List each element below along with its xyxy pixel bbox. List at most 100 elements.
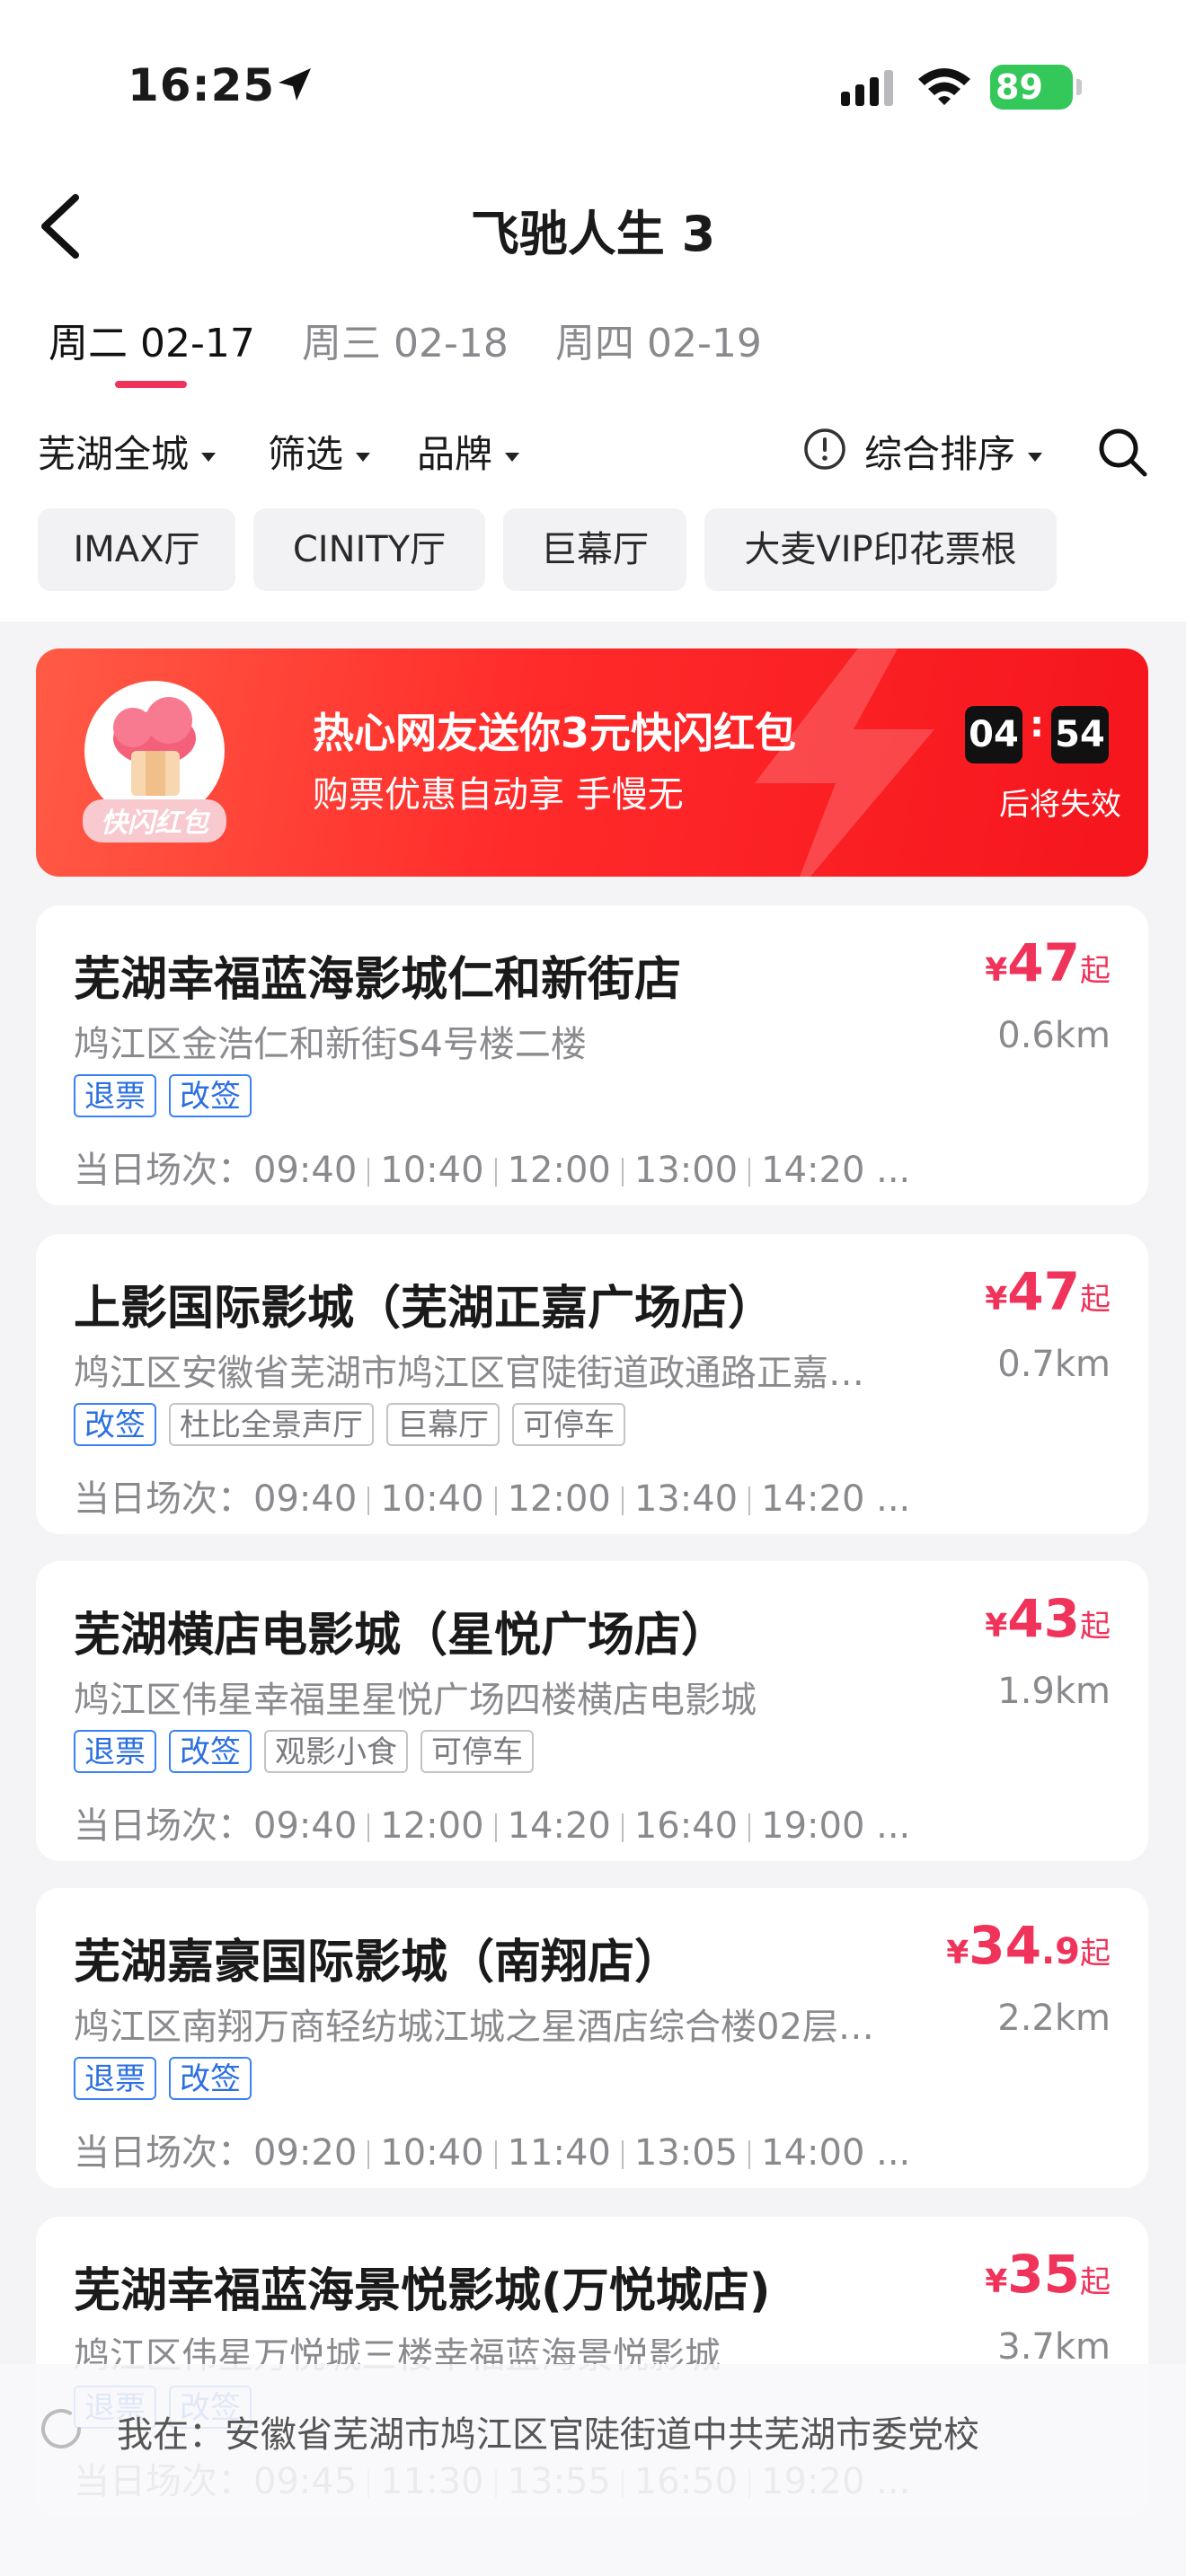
tab-date-1[interactable]: 周三 02-18 xyxy=(302,311,509,368)
cinema-showtimes: 当日场次：09:40 10:40 12:00 13:00 14:20 ... xyxy=(74,1141,910,1193)
cinema-tags: 退票改签 xyxy=(74,2057,264,2100)
current-location-text: 我在：安徽省芜湖市鸠江区官陡街道中共芜湖市委党校 xyxy=(117,2414,979,2456)
showtime: 12:00 xyxy=(507,1150,611,1191)
service-tag: 改签 xyxy=(74,1403,156,1446)
cinema-price: ¥34.9起 xyxy=(946,1915,1111,1976)
chip-vip-ticket[interactable]: 大麦VIP印花票根 xyxy=(704,508,1057,591)
cinema-address: 鸠江区金浩仁和新街S4号楼二楼 xyxy=(74,1024,587,1065)
red-packet-logo: 快闪红包 xyxy=(83,681,226,842)
showtime: 12:00 xyxy=(507,1478,611,1520)
time-separator xyxy=(748,2140,751,2169)
time-separator xyxy=(621,1813,624,1842)
red-packet-banner[interactable]: 快闪红包 热心网友送你3元快闪红包 购票优惠自动享 手慢无 04 : 54 后将… xyxy=(36,648,1148,877)
info-icon[interactable] xyxy=(803,428,846,471)
tab-date-2[interactable]: 周四 02-19 xyxy=(555,311,762,368)
chip-giant-screen[interactable]: 巨幕厅 xyxy=(503,508,686,591)
refresh-icon[interactable] xyxy=(36,2404,86,2454)
cinema-tags: 退票改签 xyxy=(74,1074,264,1117)
cinema-name: 上影国际影城（芜湖正嘉广场店） xyxy=(74,1282,775,1336)
showtime: 19:00 ... xyxy=(761,1805,911,1847)
tab-date-0[interactable]: 周二 02-17 xyxy=(49,311,255,368)
lightning-bolt-icon xyxy=(755,648,934,877)
time-separator xyxy=(367,1813,370,1842)
wifi-icon xyxy=(918,68,970,105)
filter-dropdown[interactable]: 筛选 xyxy=(268,424,371,479)
brand-dropdown[interactable]: 品牌 xyxy=(417,424,520,479)
price-integer: 43 xyxy=(1007,1588,1080,1649)
showtime: 10:40 xyxy=(380,2132,484,2174)
caret-down-icon xyxy=(505,452,520,462)
price-suffix: 起 xyxy=(1080,1609,1111,1645)
showtimes-label: 当日场次： xyxy=(74,1805,253,1847)
cinema-distance: 2.2km xyxy=(997,1998,1111,2039)
cinema-name: 芜湖幸福蓝海景悦影城(万悦城店) xyxy=(74,2264,771,2318)
price-currency: ¥ xyxy=(946,1935,969,1972)
time-separator xyxy=(748,1486,751,1515)
time-separator xyxy=(367,2140,370,2169)
time-separator xyxy=(367,1158,370,1187)
price-decimal: .9 xyxy=(1040,1931,1080,1972)
cinema-card[interactable]: 芜湖横店电影城（星悦广场店） ¥43起 鸠江区伟星幸福里星悦广场四楼横店电影城 1.9… xyxy=(36,1561,1148,1861)
cellular-signal-icon xyxy=(841,70,893,106)
service-tag: 退票 xyxy=(74,1730,156,1773)
countdown-colon: : xyxy=(1030,704,1044,745)
price-integer: 47 xyxy=(1007,932,1080,993)
time-separator xyxy=(621,2140,624,2169)
price-suffix: 起 xyxy=(1080,1936,1111,1972)
time-separator xyxy=(748,1158,751,1187)
chip-cinity[interactable]: CINITY厅 xyxy=(253,508,485,591)
price-currency: ¥ xyxy=(985,1281,1008,1318)
cinema-name: 芜湖嘉豪国际影城（南翔店） xyxy=(74,1936,682,1989)
time-separator xyxy=(494,1486,497,1515)
price-suffix: 起 xyxy=(1080,2264,1111,2300)
service-tag: 可停车 xyxy=(512,1403,625,1446)
showtimes-label: 当日场次： xyxy=(74,1150,253,1191)
active-tab-indicator xyxy=(115,381,187,388)
page-title: 飞驰人生 3 xyxy=(470,206,716,262)
service-tag: 杜比全景声厅 xyxy=(169,1403,374,1446)
cinema-address: 鸠江区南翔万商轻纺城江城之星酒店综合楼02层… xyxy=(74,2007,874,2048)
showtime: 13:40 xyxy=(633,1478,739,1520)
price-suffix: 起 xyxy=(1080,953,1111,989)
cinema-name: 芜湖横店电影城（星悦广场店） xyxy=(74,1609,729,1663)
cinema-card[interactable]: 上影国际影城（芜湖正嘉广场店） ¥47起 鸠江区安徽省芜湖市鸠江区官陡街道政通路正嘉… xyxy=(36,1234,1148,1534)
showtime: 12:00 xyxy=(380,1805,484,1847)
battery-indicator: 89 xyxy=(990,65,1073,110)
battery-cap xyxy=(1076,79,1082,95)
current-location-bar[interactable]: 我在：安徽省芜湖市鸠江区官陡街道中共芜湖市委党校 xyxy=(0,2364,1186,2576)
cinema-card[interactable]: 芜湖嘉豪国际影城（南翔店） ¥34.9起鸠江区南翔万商轻纺城江城之星酒店综合楼02… xyxy=(36,1888,1148,2188)
status-time: 16:25 xyxy=(128,59,276,111)
time-separator xyxy=(494,2140,497,2169)
service-tag: 改签 xyxy=(169,1730,252,1773)
sort-dropdown[interactable]: 综合排序 xyxy=(864,424,1043,479)
showtime: 14:00 ... xyxy=(761,2132,911,2174)
price-currency: ¥ xyxy=(985,952,1008,989)
logo-text: 快闪红包 xyxy=(101,807,211,839)
cinema-name: 芜湖幸福蓝海影城仁和新街店 xyxy=(74,953,682,1007)
showtimes-label: 当日场次： xyxy=(74,2132,253,2174)
showtime: 09:40 xyxy=(253,1478,358,1520)
cinema-price: ¥35起 xyxy=(985,2244,1111,2305)
cinema-distance: 0.6km xyxy=(997,1015,1111,1056)
city-filter-dropdown[interactable]: 芜湖全城 xyxy=(38,424,217,479)
service-tag: 退票 xyxy=(74,2057,156,2100)
countdown-label: 后将失效 xyxy=(999,787,1121,823)
chip-imax[interactable]: IMAX厅 xyxy=(38,508,235,591)
price-integer: 47 xyxy=(1007,1261,1080,1322)
cinema-card[interactable]: 芜湖幸福蓝海影城仁和新街店 ¥47起鸠江区金浩仁和新街S4号楼二楼 0.6km 退票改… xyxy=(36,905,1148,1205)
showtime: 14:20 ... xyxy=(761,1150,911,1191)
cinema-tags: 退票 改签 观影小食 可停车 xyxy=(74,1730,546,1773)
showtime: 14:20 xyxy=(507,1805,611,1847)
search-icon[interactable] xyxy=(1096,426,1150,480)
price-currency: ¥ xyxy=(985,1608,1008,1645)
cinema-price: ¥43起 xyxy=(985,1588,1111,1649)
service-tag: 巨幕厅 xyxy=(386,1403,500,1446)
brand-label: 品牌 xyxy=(417,432,493,476)
caret-down-icon xyxy=(356,452,371,462)
showtime: 09:40 xyxy=(253,1805,358,1847)
city-filter-label: 芜湖全城 xyxy=(38,432,190,476)
time-separator xyxy=(494,1158,497,1187)
cinema-showtimes: 当日场次：09:40 12:00 14:20 16:40 19:00 ... xyxy=(74,1796,910,1848)
price-suffix: 起 xyxy=(1080,1282,1111,1318)
location-arrow-icon xyxy=(279,68,311,101)
